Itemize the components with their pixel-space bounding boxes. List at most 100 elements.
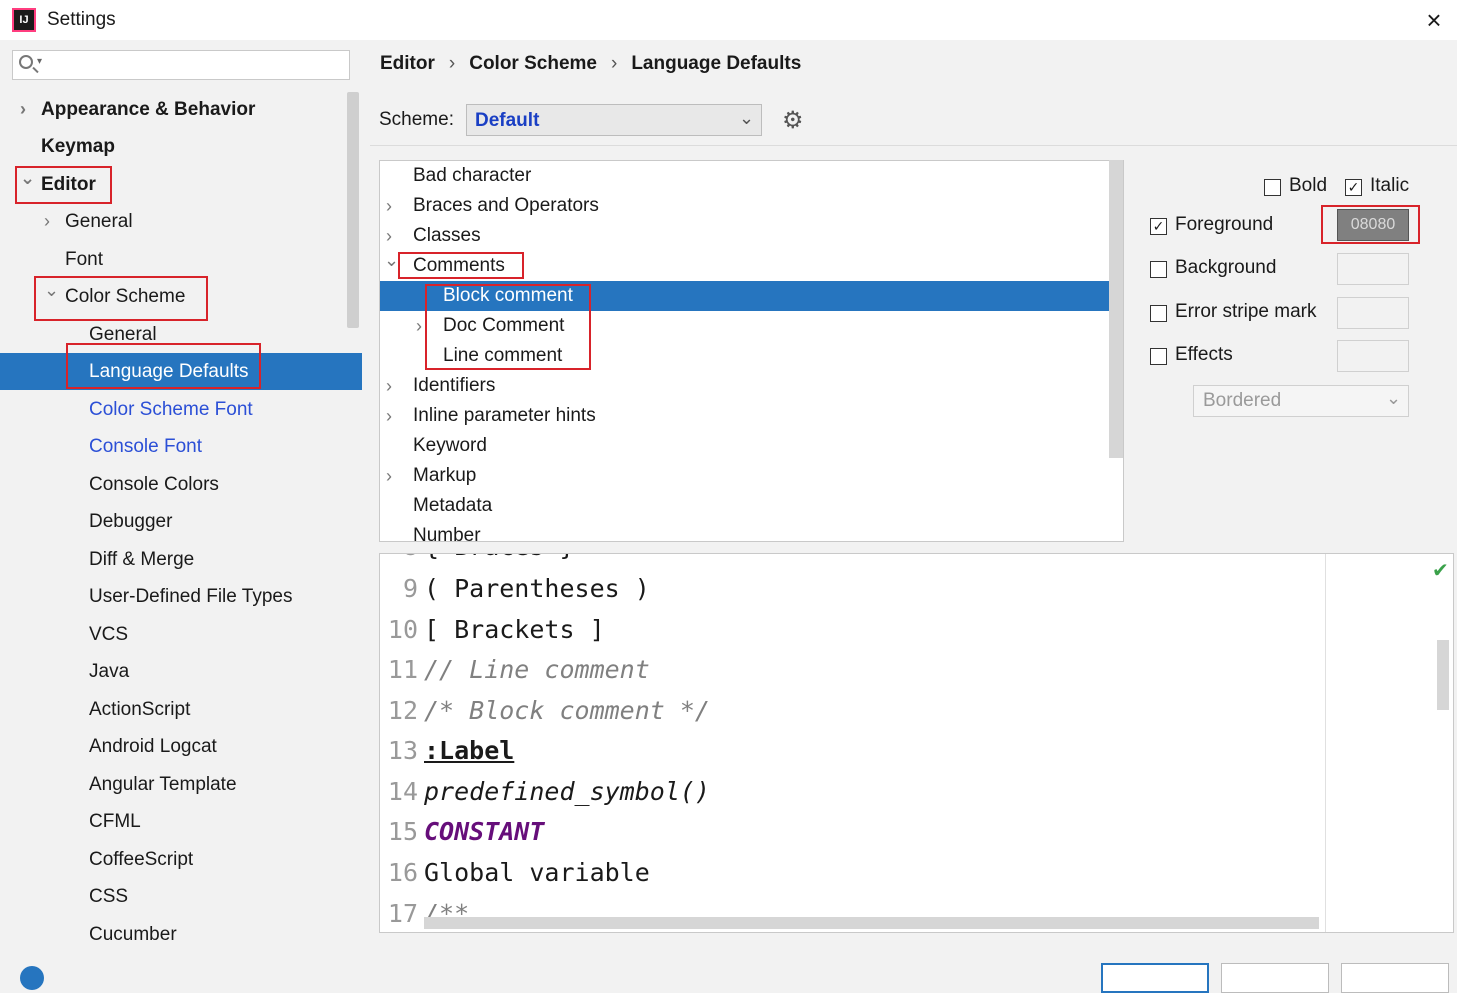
sidebar-item-java[interactable]: Java bbox=[0, 653, 362, 690]
sidebar-item-label: Android Logcat bbox=[89, 736, 217, 757]
sidebar-item-console-colors[interactable]: Console Colors bbox=[0, 466, 362, 503]
attr-item-bad-character[interactable]: Bad character bbox=[380, 161, 1110, 191]
sidebar-item-label: Console Colors bbox=[89, 474, 219, 495]
line-number: 8 bbox=[384, 554, 418, 561]
code-text: CONSTANT bbox=[424, 817, 545, 846]
chevron-right-icon[interactable]: › bbox=[386, 461, 392, 491]
breadcrumb-separator: › bbox=[610, 53, 618, 74]
sidebar-item-actionscript[interactable]: ActionScript bbox=[0, 691, 362, 728]
foreground-label: Foreground bbox=[1175, 214, 1274, 235]
effects-checkbox[interactable] bbox=[1150, 348, 1167, 365]
effects-color-swatch[interactable] bbox=[1337, 340, 1409, 372]
gear-icon[interactable]: ⚙ bbox=[782, 106, 804, 135]
cancel-button[interactable] bbox=[1221, 963, 1329, 993]
sidebar-item-diff-merge[interactable]: Diff & Merge bbox=[0, 541, 362, 578]
sidebar-item-label: Language Defaults bbox=[89, 361, 249, 382]
scheme-value: Default bbox=[475, 110, 540, 131]
sidebar-item-color-scheme-general[interactable]: General bbox=[0, 316, 362, 353]
close-icon[interactable]: × bbox=[1420, 6, 1448, 34]
sidebar-item-label: Console Font bbox=[89, 436, 203, 457]
sidebar-item-debugger[interactable]: Debugger bbox=[0, 503, 362, 540]
attr-label: Doc Comment bbox=[443, 315, 565, 336]
window-title: Settings bbox=[47, 9, 116, 30]
breadcrumb-item: Language Defaults bbox=[631, 53, 802, 74]
sidebar-item-css[interactable]: CSS bbox=[0, 878, 362, 915]
sidebar-item-general[interactable]: › General bbox=[0, 203, 362, 240]
code-text: Global variable bbox=[424, 858, 650, 887]
chevron-right-icon[interactable]: › bbox=[20, 91, 26, 128]
attr-item-line-comment[interactable]: Line comment bbox=[380, 341, 1110, 371]
bold-checkbox[interactable] bbox=[1264, 179, 1281, 196]
sidebar-item-angular-template[interactable]: Angular Template bbox=[0, 766, 362, 803]
search-input[interactable]: ▾ bbox=[12, 50, 350, 80]
help-icon[interactable] bbox=[20, 966, 44, 990]
sidebar-item-cfml[interactable]: CFML bbox=[0, 803, 362, 840]
background-color-swatch[interactable] bbox=[1337, 253, 1409, 285]
attr-item-markup[interactable]: › Markup bbox=[380, 461, 1110, 491]
inspection-ok-icon[interactable]: ✔ bbox=[1432, 558, 1449, 583]
background-label: Background bbox=[1175, 257, 1277, 278]
code-text: [ Brackets ] bbox=[424, 615, 605, 644]
error-stripe-checkbox[interactable] bbox=[1150, 305, 1167, 322]
chevron-down-icon[interactable]: ⌄ bbox=[20, 160, 35, 197]
sidebar-item-label: Cucumber bbox=[89, 924, 177, 945]
breadcrumb-item[interactable]: Color Scheme bbox=[469, 53, 597, 74]
attr-label: Braces and Operators bbox=[413, 195, 599, 216]
attr-item-metadata[interactable]: Metadata bbox=[380, 491, 1110, 521]
foreground-color-swatch[interactable]: 08080 bbox=[1337, 209, 1409, 241]
chevron-down-icon[interactable]: ⌄ bbox=[384, 245, 399, 275]
code-preview[interactable]: 8 { Braces } 9 ( Parentheses ) 10 [ Brac… bbox=[379, 553, 1454, 933]
attr-item-keyword[interactable]: Keyword bbox=[380, 431, 1110, 461]
apply-button[interactable] bbox=[1341, 963, 1449, 993]
error-stripe-color-swatch[interactable] bbox=[1337, 297, 1409, 329]
attribute-tree-scrollbar[interactable] bbox=[1109, 160, 1123, 458]
attr-label: Block comment bbox=[443, 285, 573, 306]
sidebar-item-keymap[interactable]: Keymap bbox=[0, 128, 362, 165]
line-number: 12 bbox=[387, 696, 418, 725]
chevron-right-icon[interactable]: › bbox=[416, 311, 422, 341]
chevron-right-icon[interactable]: › bbox=[386, 371, 392, 401]
sidebar-item-user-defined-file-types[interactable]: User-Defined File Types bbox=[0, 578, 362, 615]
sidebar-item-appearance-behavior[interactable]: › Appearance & Behavior bbox=[0, 91, 362, 128]
effects-type-value: Bordered bbox=[1203, 390, 1282, 411]
chevron-down-icon[interactable]: ⌄ bbox=[44, 272, 59, 309]
ok-button[interactable] bbox=[1101, 963, 1209, 993]
sidebar-item-android-logcat[interactable]: Android Logcat bbox=[0, 728, 362, 765]
bold-label: Bold bbox=[1289, 175, 1328, 196]
sidebar-item-label: Appearance & Behavior bbox=[41, 99, 256, 120]
attr-item-braces-operators[interactable]: › Braces and Operators bbox=[380, 191, 1110, 221]
attr-label: Bad character bbox=[413, 165, 532, 186]
preview-horizontal-scrollbar[interactable] bbox=[424, 917, 1319, 929]
chevron-right-icon[interactable]: › bbox=[44, 203, 50, 240]
attr-item-doc-comment[interactable]: › Doc Comment bbox=[380, 311, 1110, 341]
preview-vertical-scrollbar[interactable] bbox=[1437, 640, 1449, 710]
attr-item-comments[interactable]: ⌄ Comments bbox=[380, 250, 1110, 281]
attr-label: Markup bbox=[413, 465, 477, 486]
attr-item-identifiers[interactable]: › Identifiers bbox=[380, 371, 1110, 401]
sidebar-item-color-scheme[interactable]: ⌄ Color Scheme bbox=[0, 278, 362, 315]
background-checkbox[interactable] bbox=[1150, 261, 1167, 278]
breadcrumb-item[interactable]: Editor bbox=[380, 53, 435, 74]
sidebar-item-console-font[interactable]: Console Font bbox=[0, 428, 362, 465]
attr-item-number[interactable]: Number bbox=[380, 521, 1110, 541]
chevron-right-icon[interactable]: › bbox=[386, 191, 392, 221]
attr-item-classes[interactable]: › Classes bbox=[380, 221, 1110, 251]
sidebar-item-label: General bbox=[89, 324, 157, 345]
search-options-icon[interactable]: ▾ bbox=[37, 56, 42, 67]
scheme-dropdown[interactable]: Default ⌄ bbox=[466, 104, 762, 136]
attr-item-block-comment[interactable]: Block comment bbox=[380, 281, 1123, 311]
sidebar-item-editor[interactable]: ⌄ Editor bbox=[0, 166, 362, 203]
italic-checkbox[interactable]: ✓ bbox=[1345, 179, 1362, 196]
chevron-down-icon: ⌄ bbox=[739, 108, 755, 128]
sidebar-item-label: Diff & Merge bbox=[89, 549, 195, 570]
sidebar-item-vcs[interactable]: VCS bbox=[0, 616, 362, 653]
code-text: // Line comment bbox=[424, 655, 650, 684]
sidebar-item-coffeescript[interactable]: CoffeeScript bbox=[0, 841, 362, 878]
foreground-checkbox[interactable]: ✓ bbox=[1150, 218, 1167, 235]
chevron-right-icon[interactable]: › bbox=[386, 401, 392, 431]
attr-item-inline-parameter-hints[interactable]: › Inline parameter hints bbox=[380, 401, 1110, 431]
sidebar-item-color-scheme-font[interactable]: Color Scheme Font bbox=[0, 391, 362, 428]
sidebar-item-cucumber[interactable]: Cucumber bbox=[0, 916, 362, 948]
effects-type-dropdown[interactable]: Bordered ⌄ bbox=[1193, 385, 1409, 417]
sidebar-item-language-defaults[interactable]: Language Defaults bbox=[0, 353, 362, 390]
